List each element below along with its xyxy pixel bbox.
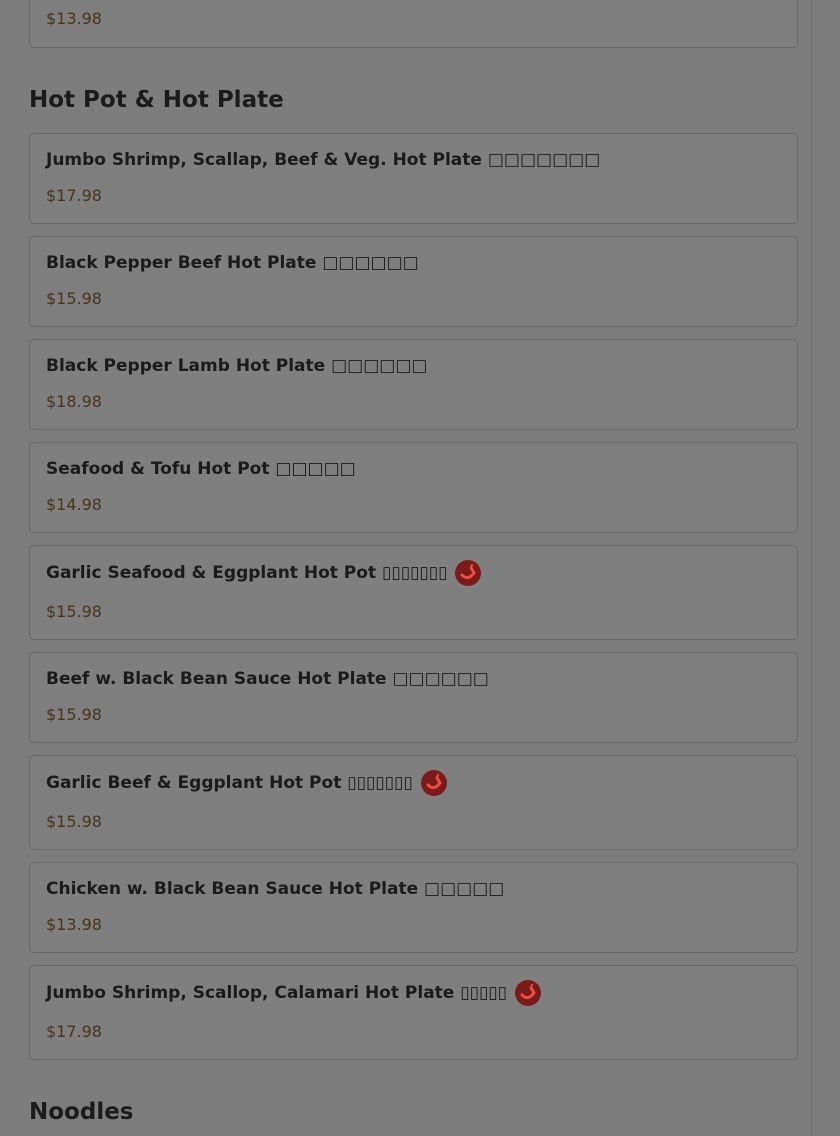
chili-pepper-icon [455, 560, 482, 586]
menu-item-card[interactable]: Jumbo Shrimp, Scallap, Beef & Veg. Hot P… [29, 133, 798, 224]
panel-divider [811, 0, 812, 1136]
menu-item-card[interactable]: Black Pepper Beef Hot Plate □□□□□□ $15.9… [29, 236, 798, 327]
menu-item-card[interactable]: Garlic Beef & Eggplant Hot Pot ▯▯▯▯▯▯▯ $… [29, 755, 798, 850]
item-name-row: Garlic Seafood & Eggplant Hot Pot ▯▯▯▯▯▯… [46, 560, 482, 586]
menu-content: $13.98 Hot Pot & Hot Plate Jumbo Shrimp,… [0, 0, 811, 1136]
item-price: $15.98 [46, 705, 102, 724]
item-price: $15.98 [46, 602, 102, 621]
item-name: Chicken w. Black Bean Sauce Hot Plate □□… [46, 879, 505, 899]
menu-item-card[interactable]: Seafood & Tofu Hot Pot □□□□□ $14.98 [29, 442, 798, 533]
item-name: Black Pepper Lamb Hot Plate □□□□□□ [46, 356, 428, 376]
item-name-row: Jumbo Shrimp, Scallop, Calamari Hot Plat… [46, 980, 542, 1006]
section-title-noodles: Noodles [29, 1099, 134, 1125]
item-name-row: Garlic Beef & Eggplant Hot Pot ▯▯▯▯▯▯▯ [46, 770, 447, 796]
menu-item-card[interactable]: Jumbo Shrimp, Scallop, Calamari Hot Plat… [29, 965, 798, 1060]
menu-item-card[interactable]: Beef w. Black Bean Sauce Hot Plate □□□□□… [29, 652, 798, 743]
item-price: $17.98 [46, 1022, 102, 1041]
chili-pepper-icon [420, 770, 447, 796]
menu-item-card[interactable]: Chicken w. Black Bean Sauce Hot Plate □□… [29, 862, 798, 953]
item-name: Jumbo Shrimp, Scallap, Beef & Veg. Hot P… [46, 150, 601, 170]
item-name: Garlic Seafood & Eggplant Hot Pot ▯▯▯▯▯▯… [46, 563, 448, 583]
item-price: $18.98 [46, 392, 102, 411]
item-price: $14.98 [46, 495, 102, 514]
item-price: $13.98 [46, 9, 102, 28]
item-name: Beef w. Black Bean Sauce Hot Plate □□□□□… [46, 669, 489, 689]
chili-pepper-icon [515, 980, 542, 1006]
item-name: Black Pepper Beef Hot Plate □□□□□□ [46, 253, 419, 273]
item-price: $15.98 [46, 289, 102, 308]
item-name: Garlic Beef & Eggplant Hot Pot ▯▯▯▯▯▯▯ [46, 773, 413, 793]
item-name: Seafood & Tofu Hot Pot □□□□□ [46, 459, 356, 479]
item-price: $13.98 [46, 915, 102, 934]
menu-item-card[interactable]: Black Pepper Lamb Hot Plate □□□□□□ $18.9… [29, 339, 798, 430]
menu-item-card[interactable]: $13.98 [29, 0, 798, 48]
item-price: $15.98 [46, 812, 102, 831]
section-title-hot-pot: Hot Pot & Hot Plate [29, 87, 284, 113]
item-name: Jumbo Shrimp, Scallop, Calamari Hot Plat… [46, 983, 508, 1003]
item-price: $17.98 [46, 186, 102, 205]
menu-item-card[interactable]: Garlic Seafood & Eggplant Hot Pot ▯▯▯▯▯▯… [29, 545, 798, 640]
